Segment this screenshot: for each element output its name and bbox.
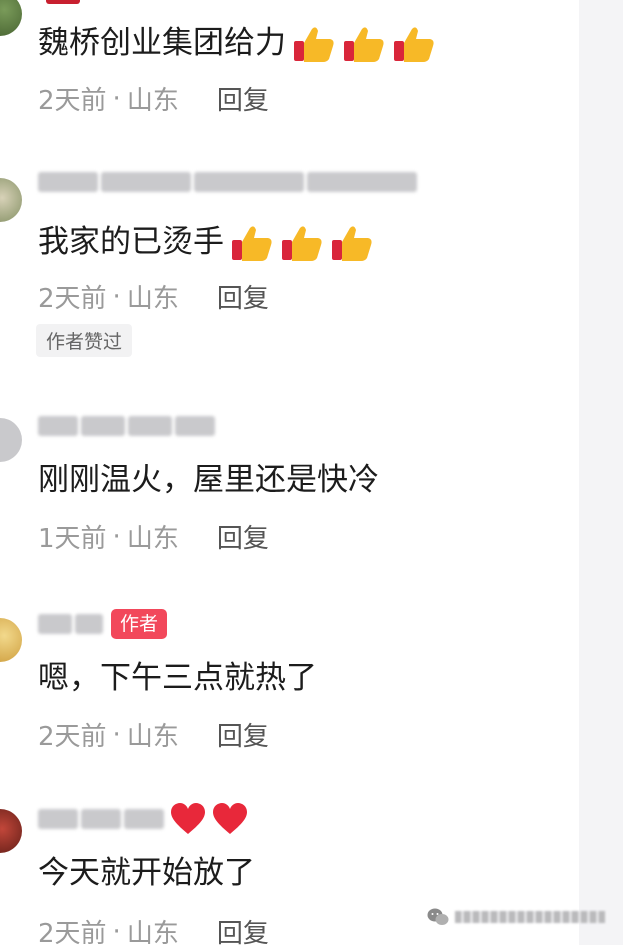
comment-location: 山东: [126, 524, 179, 554]
thumbs-up-icon: [344, 27, 384, 62]
comment-meta: 1天前 · 山东 回复: [38, 518, 269, 555]
author-badge: 作者: [111, 609, 168, 639]
comment-time: 2天前: [38, 919, 107, 949]
avatar[interactable]: [0, 809, 22, 853]
thumbs-up-icon: [232, 226, 272, 261]
reply-button[interactable]: 回复: [217, 716, 269, 753]
comment-meta: 2天前 · 山东 回复: [38, 716, 269, 753]
comment-meta: 2天前 · 山东 回复: [38, 80, 269, 117]
reply-button[interactable]: 回复: [217, 80, 269, 117]
comment-text-row: 我家的已烫手: [38, 222, 374, 262]
username[interactable]: [38, 166, 417, 198]
reply-button[interactable]: 回复: [217, 913, 269, 950]
comment-text: 嗯，下午三点就热了: [38, 660, 317, 696]
comment-text-row: 魏桥创业集团给力: [38, 23, 436, 63]
side-scroll-strip: [579, 0, 623, 945]
username[interactable]: [38, 410, 215, 442]
reply-button[interactable]: 回复: [217, 518, 269, 555]
comment-text-row: 刚刚温火，屋里还是快冷: [38, 460, 379, 500]
comment-time: 2天前: [38, 86, 107, 116]
avatar[interactable]: [0, 618, 22, 662]
comment-text: 魏桥创业集团给力: [38, 25, 286, 61]
comment-time: 1天前: [38, 524, 107, 554]
thumbs-up-icon: [394, 27, 434, 62]
comment-text: 刚刚温火，屋里还是快冷: [38, 462, 379, 498]
comment-location: 山东: [126, 722, 179, 752]
name-fragment: [46, 0, 80, 4]
meta-separator: ·: [112, 521, 121, 552]
username[interactable]: [38, 809, 164, 829]
heart-icon: [213, 803, 247, 834]
watermark-name: [455, 911, 605, 923]
meta-separator: ·: [112, 916, 121, 947]
wechat-icon: [427, 908, 449, 925]
meta-separator: ·: [112, 83, 121, 114]
thumbs-up-icon: [294, 27, 334, 62]
username-row: [38, 803, 248, 835]
username-row: 作者: [38, 608, 168, 640]
meta-separator: ·: [112, 281, 121, 312]
thumbs-up-icon: [332, 226, 372, 261]
meta-separator: ·: [112, 719, 121, 750]
avatar[interactable]: [0, 418, 22, 462]
heart-icon: [171, 803, 205, 834]
comment-text: 我家的已烫手: [38, 224, 224, 260]
comment-location: 山东: [126, 284, 179, 314]
username[interactable]: [38, 614, 103, 634]
comment-text: 今天就开始放了: [38, 855, 255, 891]
comment-time: 2天前: [38, 722, 107, 752]
comment-location: 山东: [126, 919, 179, 949]
author-liked-tag: 作者赞过: [36, 324, 133, 357]
comment-location: 山东: [126, 86, 179, 116]
comment-text-row: 嗯，下午三点就热了: [38, 658, 317, 698]
thumbs-up-icon: [282, 226, 322, 261]
comment-meta: 2天前 · 山东 回复: [38, 278, 269, 315]
comment-text-row: 今天就开始放了: [38, 853, 255, 893]
comment-meta: 2天前 · 山东 回复: [38, 913, 269, 950]
reply-button[interactable]: 回复: [217, 278, 269, 315]
comment-time: 2天前: [38, 284, 107, 314]
avatar[interactable]: [0, 178, 22, 222]
avatar[interactable]: [0, 0, 22, 36]
watermark: [427, 907, 605, 927]
